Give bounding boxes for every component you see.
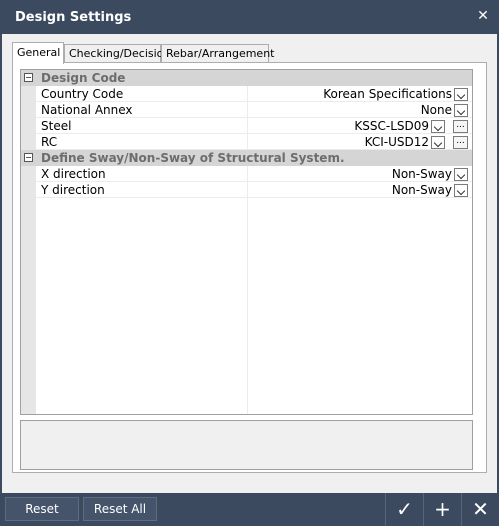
dialog-body: General Checking/Decision Rebar/Arrangem… <box>2 34 497 493</box>
category-design-code[interactable]: − Design Code <box>21 70 472 86</box>
category-sway-non-sway[interactable]: − Define Sway/Non-Sway of Structural Sys… <box>21 150 472 166</box>
footer-bar: Reset Reset All ✓ + ✕ <box>0 493 499 526</box>
property-value[interactable]: KCI-USD12 ... <box>365 134 468 150</box>
steel-value: KSSC-LSD09 <box>354 119 429 133</box>
chevron-down-icon[interactable] <box>454 183 468 197</box>
property-label: RC <box>41 135 58 149</box>
plus-icon[interactable]: + <box>423 493 461 526</box>
national-annex-value: None <box>420 103 452 117</box>
window-title: Design Settings <box>15 10 132 25</box>
description-pane <box>20 420 473 470</box>
property-value[interactable]: None <box>421 102 468 118</box>
checkmark-icon[interactable]: ✓ <box>385 493 423 526</box>
property-row-national-annex[interactable]: National Annex None <box>21 102 472 118</box>
tab-checking-decision[interactable]: Checking/Decision <box>64 44 170 63</box>
chevron-down-icon[interactable] <box>431 119 445 133</box>
tab-panel-general: − Design Code Country Code Korean Specif… <box>12 62 487 473</box>
chevron-down-icon[interactable] <box>431 135 445 149</box>
reset-button[interactable]: Reset <box>5 497 79 521</box>
property-value[interactable]: KSSC-LSD09 ... <box>354 118 468 134</box>
close-icon[interactable]: ✕ <box>473 6 493 26</box>
collapse-icon[interactable]: − <box>24 73 33 82</box>
property-value[interactable]: Korean Specifications <box>323 86 468 102</box>
property-label: Steel <box>41 119 72 133</box>
collapse-icon[interactable]: − <box>24 153 33 162</box>
tab-rebar-arrangement[interactable]: Rebar/Arrangement <box>161 44 274 63</box>
category-label: Design Code <box>41 71 126 85</box>
design-settings-window: Design Settings ✕ General Checking/Decis… <box>0 0 499 526</box>
x-direction-value: Non-Sway <box>391 167 452 181</box>
chevron-down-icon[interactable] <box>454 87 468 101</box>
property-row-steel[interactable]: Steel KSSC-LSD09 ... <box>21 118 472 134</box>
reset-all-button[interactable]: Reset All <box>83 497 157 521</box>
category-label: Define Sway/Non-Sway of Structural Syste… <box>41 151 345 165</box>
property-label: X direction <box>41 167 106 181</box>
property-value[interactable]: Non-Sway <box>392 166 468 182</box>
y-direction-value: Non-Sway <box>391 183 452 197</box>
property-grid: − Design Code Country Code Korean Specif… <box>20 69 473 415</box>
country-code-value: Korean Specifications <box>323 87 452 101</box>
chevron-down-icon[interactable] <box>454 167 468 181</box>
tab-general[interactable]: General <box>12 42 64 64</box>
rc-value: KCI-USD12 <box>364 135 429 149</box>
property-row-x-direction[interactable]: X direction Non-Sway <box>21 166 472 182</box>
property-row-y-direction[interactable]: Y direction Non-Sway <box>21 182 472 198</box>
property-row-rc[interactable]: RC KCI-USD12 ... <box>21 134 472 150</box>
chevron-down-icon[interactable] <box>454 103 468 117</box>
ellipsis-button[interactable]: ... <box>453 119 468 133</box>
row-divider <box>36 197 472 198</box>
property-row-country-code[interactable]: Country Code Korean Specifications <box>21 86 472 102</box>
property-label: Y direction <box>41 183 105 197</box>
close-icon[interactable]: ✕ <box>461 493 499 526</box>
title-bar: Design Settings ✕ <box>0 0 499 34</box>
ellipsis-button[interactable]: ... <box>453 135 468 149</box>
property-label: Country Code <box>41 87 124 101</box>
property-value[interactable]: Non-Sway <box>392 182 468 198</box>
property-label: National Annex <box>41 103 133 117</box>
